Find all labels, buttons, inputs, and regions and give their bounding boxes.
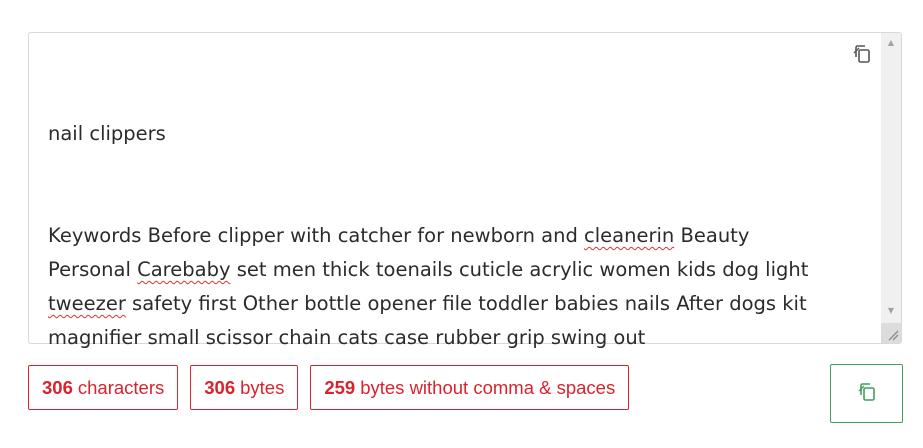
copy-icon: [856, 381, 878, 407]
stat-label: characters: [77, 376, 165, 398]
stat-label: bytes without comma & spaces: [360, 376, 616, 398]
text-segment: safety first Other bottle opener file to…: [48, 292, 813, 349]
resize-handle-icon[interactable]: [881, 323, 901, 343]
misspelled-word: tweezer: [48, 292, 126, 315]
text-segment: set men thick toenails cuticle acrylic w…: [230, 258, 815, 281]
misspelled-word: cleanerin: [584, 224, 675, 247]
textarea-keywords-paragraph: Keywords Before clipper with catcher for…: [48, 219, 838, 355]
copy-icon[interactable]: [851, 43, 873, 65]
stat-label: bytes: [240, 376, 285, 398]
stat-value: 306: [42, 376, 73, 398]
stat-bytes: 306 bytes: [190, 365, 299, 410]
scroll-up-arrow-icon[interactable]: ▲: [881, 35, 901, 51]
vertical-scrollbar[interactable]: ▲ ▼: [881, 33, 901, 343]
copy-button[interactable]: [830, 364, 903, 423]
text-segment: Keywords Before clipper with catcher for…: [48, 224, 585, 247]
stat-value: 306: [204, 376, 236, 398]
misspelled-word: Carebaby: [137, 258, 231, 281]
textarea-first-line: nail clippers: [48, 122, 166, 145]
stat-characters: 306 characters: [28, 365, 179, 410]
stats-bar: 306 characters 306 bytes 259 bytes witho…: [28, 365, 630, 410]
stat-bytes-without-comma-spaces: 259 bytes without comma & spaces: [310, 365, 630, 410]
scroll-down-arrow-icon[interactable]: ▼: [881, 303, 901, 319]
keyword-textarea[interactable]: nail clippers Keywords Before clipper wi…: [28, 32, 902, 349]
stat-value: 259: [324, 376, 356, 398]
